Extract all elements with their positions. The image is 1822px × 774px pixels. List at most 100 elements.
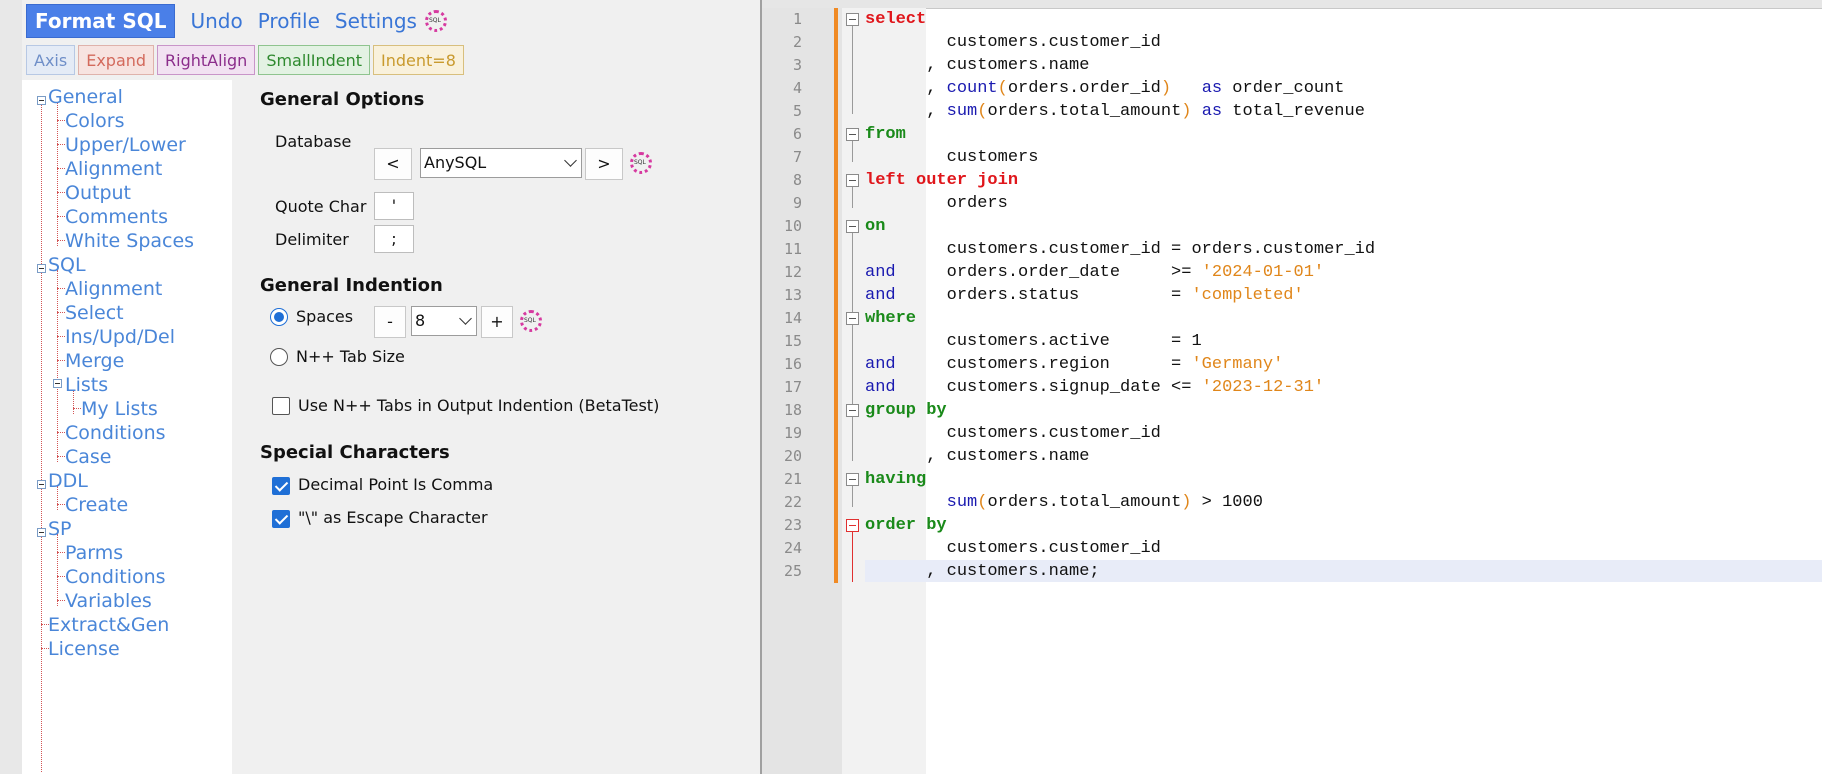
fold-icon[interactable] [846, 220, 859, 233]
code-text: customers.customer_id [865, 424, 1161, 443]
tree-item-ddl[interactable]: DDL [48, 470, 88, 492]
code-editor[interactable]: 1 2 3 4 5 6 7 8 9 10 11 12 13 14 15 16 17 18 19 20 21 22 23 24 2… [762, 0, 1822, 774]
code-line-6[interactable]: from [865, 124, 906, 146]
collapse-icon[interactable] [37, 264, 46, 273]
code-line-19[interactable]: customers.customer_id [865, 423, 1161, 445]
code-text: orders.order_date >= [895, 263, 1202, 282]
code-line-23[interactable]: order by [865, 515, 947, 537]
tree-item-sp-conditions[interactable]: Conditions [65, 566, 166, 588]
fold-icon[interactable] [846, 13, 859, 26]
tree-item-sql-alignment[interactable]: Alignment [65, 278, 162, 300]
spaces-increment-button[interactable]: + [481, 306, 513, 338]
fold-icon[interactable] [846, 174, 859, 187]
code-line-2[interactable]: customers.customer_id [865, 32, 1161, 54]
quote-char-input[interactable]: ' [374, 192, 414, 220]
tree-item-create[interactable]: Create [65, 494, 128, 516]
tree-item-conditions[interactable]: Conditions [65, 422, 166, 444]
tree-item-variables[interactable]: Variables [65, 590, 152, 612]
code-line-1[interactable]: select [865, 9, 926, 31]
tree-item-output[interactable]: Output [65, 182, 131, 204]
tree-item-parms[interactable]: Parms [65, 542, 123, 564]
escape-char-label: "\" as Escape Character [298, 508, 488, 527]
code-line-5[interactable]: , sum(orders.total_amount) as total_reve… [865, 101, 1365, 123]
fold-icon[interactable] [846, 128, 859, 141]
code-line-22[interactable]: sum(orders.total_amount) > 1000 [865, 492, 1263, 514]
code-line-18[interactable]: group by [865, 400, 947, 422]
axis-toggle[interactable]: Axis [26, 45, 76, 75]
code-line-4[interactable]: , count(orders.order_id) as order_count [865, 78, 1344, 100]
code-text: orders.status = [895, 286, 1192, 305]
code-line-12[interactable]: and orders.order_date >= '2024-01-01' [865, 262, 1324, 284]
collapse-icon[interactable] [53, 379, 62, 388]
code-text: orders [865, 194, 1008, 213]
code-line-10[interactable]: on [865, 216, 885, 238]
tab-size-radio[interactable] [270, 348, 288, 366]
code-line-13[interactable]: and orders.status = 'completed' [865, 285, 1304, 307]
tree-item-lists[interactable]: Lists [65, 374, 108, 396]
code-line-15[interactable]: customers.active = 1 [865, 331, 1202, 353]
tree-item-alignment[interactable]: Alignment [65, 158, 162, 180]
sql-logo-icon[interactable] [520, 310, 542, 332]
tree-item-colors[interactable]: Colors [65, 110, 125, 132]
code-line-7[interactable]: customers [865, 147, 1039, 169]
collapse-icon[interactable] [37, 528, 46, 537]
tree-item-sql[interactable]: SQL [48, 254, 86, 276]
spaces-decrement-button[interactable]: - [374, 306, 406, 338]
sql-keyword: having [865, 470, 927, 489]
database-prev-button[interactable]: < [374, 148, 412, 180]
collapse-icon[interactable] [37, 480, 46, 489]
fold-icon[interactable] [846, 473, 859, 486]
code-line-16[interactable]: and customers.region = 'Germany' [865, 354, 1283, 376]
tree-item-sp[interactable]: SP [48, 518, 72, 540]
tree-item-comments[interactable]: Comments [65, 206, 168, 228]
code-text: customers [865, 148, 1039, 167]
tree-item-license[interactable]: License [48, 638, 120, 660]
code-line-8[interactable]: left outer join [865, 170, 1018, 192]
fold-icon[interactable] [846, 312, 859, 325]
format-sql-button[interactable]: Format SQL [26, 4, 176, 38]
collapse-icon[interactable] [37, 96, 46, 105]
settings-button[interactable]: Settings [335, 9, 417, 33]
sql-logo-icon[interactable] [424, 10, 447, 32]
code-line-24[interactable]: customers.customer_id [865, 538, 1161, 560]
spaces-label: Spaces [296, 307, 354, 326]
tree-item-select[interactable]: Select [65, 302, 124, 324]
code-line-14[interactable]: where [865, 308, 916, 330]
escape-char-checkbox[interactable] [272, 510, 290, 528]
code-line-3[interactable]: , customers.name [865, 55, 1089, 77]
undo-button[interactable]: Undo [190, 9, 242, 33]
small-indent-toggle[interactable]: SmallIndent [258, 45, 371, 75]
database-next-button[interactable]: > [585, 148, 623, 180]
right-align-toggle[interactable]: RightAlign [157, 45, 256, 75]
spaces-radio[interactable] [270, 308, 288, 326]
expand-toggle[interactable]: Expand [78, 45, 155, 75]
tree-item-upper-lower[interactable]: Upper/Lower [65, 134, 186, 156]
database-select[interactable]: AnySQL [420, 148, 582, 178]
tree-item-ins-upd-del[interactable]: Ins/Upd/Del [65, 326, 175, 348]
indent-toggle[interactable]: Indent=8 [373, 45, 464, 75]
tree-item-white-spaces[interactable]: White Spaces [65, 230, 194, 252]
sql-logo-icon[interactable] [630, 152, 652, 174]
sql-keyword: as [1201, 79, 1223, 98]
code-line-25[interactable]: , customers.name; [865, 561, 1099, 583]
delimiter-input[interactable]: ; [374, 225, 414, 253]
code-line-9[interactable]: orders [865, 193, 1008, 215]
tree-item-my-lists[interactable]: My Lists [81, 398, 158, 420]
use-tabs-checkbox[interactable] [272, 397, 290, 415]
code-text: , [865, 102, 947, 121]
code-line-11[interactable]: customers.customer_id = orders.customer_… [865, 239, 1375, 261]
code-line-21[interactable]: having [865, 469, 926, 491]
fold-icon[interactable] [846, 519, 859, 532]
decimal-comma-checkbox[interactable] [272, 477, 290, 495]
tree-item-case[interactable]: Case [65, 446, 112, 468]
code-line-17[interactable]: and customers.signup_date <= '2023-12-31… [865, 377, 1324, 399]
tree-item-extract-gen[interactable]: Extract&Gen [48, 614, 169, 636]
chevron-down-icon [459, 312, 472, 325]
fold-icon[interactable] [846, 404, 859, 417]
spaces-select[interactable]: 8 [411, 306, 477, 336]
tree-item-merge[interactable]: Merge [65, 350, 124, 372]
profile-button[interactable]: Profile [258, 9, 320, 33]
tree-item-general[interactable]: General [48, 86, 123, 108]
code-line-20[interactable]: , customers.name [865, 446, 1089, 468]
